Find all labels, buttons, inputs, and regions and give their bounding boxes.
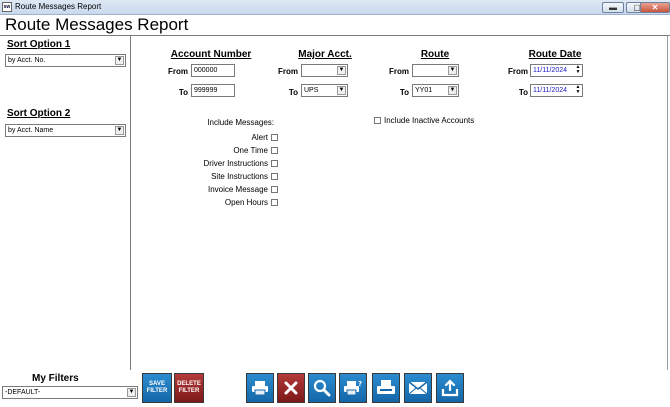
route-heading: Route [420,49,450,60]
route-from-select[interactable]: ▼ [412,64,459,77]
open-hours-checkbox[interactable] [271,199,278,206]
invoice-message-label: Invoice Message [207,185,268,194]
date-to-input[interactable]: 11/11/2024 ▲ ▼ [530,84,583,97]
major-to-label: To [288,88,298,97]
sort-option-2-heading: Sort Option 2 [7,108,71,119]
save-filter-button[interactable]: SAVE FILTER [142,373,172,403]
app-icon: sw [2,2,12,12]
account-number-heading: Account Number [170,49,252,60]
invoice-message-checkbox[interactable] [271,186,278,193]
my-filters-value: -DEFAULT- [5,389,41,396]
print-preview-icon: ? [344,380,362,396]
chevron-down-icon[interactable]: ▼ [448,66,457,75]
route-from-label: From [389,67,409,76]
date-spinner-icon[interactable]: ▲ ▼ [575,65,581,76]
major-from-select[interactable]: ▼ [301,64,348,77]
my-filters-heading: My Filters [32,373,79,384]
chevron-down-icon[interactable]: ▼ [115,56,124,65]
search-icon [313,379,331,397]
export-icon [441,379,459,397]
major-to-select[interactable]: UPS ▼ [301,84,348,97]
date-from-value: 11/11/2024 [533,67,567,74]
export-button[interactable] [436,373,464,403]
chevron-down-icon[interactable]: ▼ [337,66,346,75]
route-date-heading: Route Date [528,49,582,60]
print-preview-button[interactable]: ? [339,373,367,403]
route-to-value: YY01 [415,87,433,94]
major-acct-heading: Major Acct. [298,49,352,60]
driver-instructions-checkbox[interactable] [271,160,278,167]
chevron-down-icon[interactable]: ▼ [448,86,457,95]
delete-filter-button[interactable]: DELETE FILTER [174,373,204,403]
alert-label: Alert [251,133,268,142]
driver-instructions-label: Driver Instructions [203,159,268,168]
minimize-button[interactable]: ▬ [602,2,624,13]
print-button[interactable] [246,373,274,403]
sort-options-panel: Sort Option 1 by Acct. No. ▼ Sort Option… [0,35,131,370]
sort-option-2-select[interactable]: by Acct. Name ▼ [5,124,126,137]
include-inactive-label: Include Inactive Accounts [384,116,475,125]
one-time-label: One Time [233,146,268,155]
print-icon [252,381,268,396]
site-instructions-checkbox[interactable] [271,173,278,180]
sort-option-1-value: by Acct. No. [8,57,46,64]
site-instructions-label: Site Instructions [211,172,268,181]
route-to-select[interactable]: YY01 ▼ [412,84,459,97]
date-to-value: 11/11/2024 [533,87,567,94]
my-filters-select[interactable]: -DEFAULT- ▼ [2,386,138,399]
fax-button[interactable] [372,373,400,403]
email-button[interactable] [404,373,432,403]
window-titlebar: sw Route Messages Report ▬ ▢ ✕ [0,0,670,15]
fax-icon [377,380,395,394]
major-from-label: From [278,67,298,76]
account-from-input[interactable]: 000000 [191,64,235,77]
close-button[interactable]: ✕ [640,2,670,13]
alert-checkbox[interactable] [271,134,278,141]
account-to-input[interactable]: 999999 [191,84,235,97]
chevron-down-icon[interactable]: ▼ [127,388,136,397]
date-to-label: To [518,88,528,97]
chevron-down-icon[interactable]: ▼ [337,86,346,95]
sort-option-1-heading: Sort Option 1 [7,39,71,50]
page-title: Route Messages Report [5,15,189,34]
date-from-label: From [508,67,528,76]
cancel-button[interactable] [277,373,305,403]
open-hours-label: Open Hours [224,198,268,207]
window-title: Route Messages Report [15,2,102,11]
account-to-label: To [178,88,188,97]
date-spinner-icon[interactable]: ▲ ▼ [575,85,581,96]
sort-option-1-select[interactable]: by Acct. No. ▼ [5,54,126,67]
one-time-checkbox[interactable] [271,147,278,154]
include-messages-heading: Include Messages: [207,118,274,127]
cancel-icon [284,381,298,395]
email-icon [408,381,428,395]
route-to-label: To [399,88,409,97]
sort-option-2-value: by Acct. Name [8,127,54,134]
include-inactive-checkbox[interactable] [374,117,381,124]
chevron-down-icon[interactable]: ▼ [115,126,124,135]
svg-text:?: ? [358,380,362,388]
account-from-label: From [168,67,188,76]
search-button[interactable] [308,373,336,403]
date-from-input[interactable]: 11/11/2024 ▲ ▼ [530,64,583,77]
major-to-value: UPS [304,87,319,94]
